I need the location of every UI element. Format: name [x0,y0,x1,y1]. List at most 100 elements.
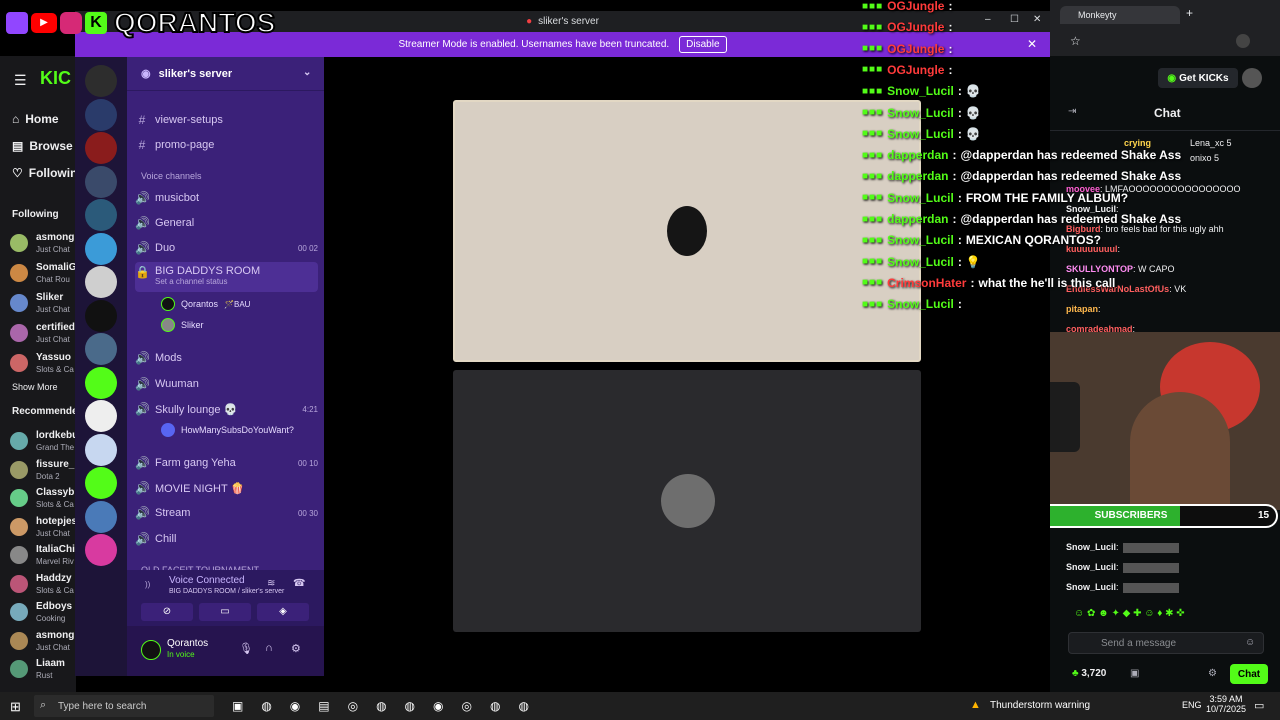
kick-logo[interactable]: KIC [40,68,71,89]
text-channel[interactable]: # viewer-setups [135,109,318,131]
server-icon[interactable] [85,299,117,332]
server-icon[interactable] [85,65,117,97]
get-kicks-button[interactable]: ◉ Get KICKs [1158,68,1238,88]
channel-avatar [10,631,28,650]
mute-mic-icon[interactable]: 🎙 [239,642,253,655]
following-item[interactable]: asmong Just Chat [10,230,76,260]
nav-following[interactable]: ♡ Following [12,166,85,180]
voice-channel[interactable]: 🔊 MOVIE NIGHT 🍿 [135,477,318,499]
recommended-item[interactable]: Haddzy Slots & Ca [10,571,76,601]
settings-icon[interactable]: ⚙ [1208,668,1217,679]
start-icon[interactable]: ⊞ [10,699,21,715]
headphones-icon[interactable]: ∩ [265,642,273,654]
server-icon[interactable] [85,266,117,298]
minimize-icon[interactable]: – [985,14,991,25]
voice-channel[interactable]: 🔊 Stream 00 30 [135,502,318,524]
chat-username[interactable]: Snow_Lucil [1066,562,1116,572]
dismiss-banner-icon[interactable]: ✕ [1027,37,1037,51]
voice-member[interactable]: Sliker [161,318,204,332]
participant-tile-2[interactable] [453,370,921,632]
following-item[interactable]: Yassuo Slots & Ca [10,350,76,380]
taskbar-apps[interactable]: ▣◍◉▤◎◍◍◉◎◍◍ [232,699,547,713]
voice-channel[interactable]: 🔊 Chill [135,528,318,550]
server-icon[interactable] [85,500,117,533]
server-icon[interactable] [85,467,117,499]
server-icon[interactable] [85,400,117,432]
server-icon[interactable] [85,534,117,566]
user-avatar[interactable] [141,640,161,660]
activities-button[interactable]: ◈ [257,603,309,621]
chat-username[interactable]: pitapan [1066,304,1098,314]
emote-row[interactable]: ☺ ✿ ☻ ✦ ◆ ✚ ☺ ♦ ✱ ✜ [1074,608,1185,619]
voice-channels-header[interactable]: Voice channels [141,171,202,181]
profile-icon[interactable] [1236,34,1250,48]
language-indicator[interactable]: ENG [1182,700,1202,710]
menu-icon[interactable]: ☰ [14,72,27,89]
taskbar-search[interactable]: ⌕ Type here to search [34,695,214,717]
kicks-balance[interactable]: ♣ 3,720 [1072,668,1106,679]
server-header[interactable]: ◉ sliker's server ⌄ [127,57,324,91]
voice-channel[interactable]: 🔊 Duo 00 02 [135,237,318,259]
channel-status[interactable]: Set a channel status [155,277,260,286]
recommended-item[interactable]: Classyb Slots & Ca [10,485,76,515]
voice-channel[interactable]: 🔊 Mods [135,347,318,369]
nav-browse[interactable]: ▤ Browse [12,139,73,153]
following-item[interactable]: certified Just Chat [10,320,76,350]
screen-share-button[interactable]: ▭ [199,603,251,621]
browser-tab[interactable]: Monkeyty [1060,6,1180,24]
server-icon[interactable] [85,165,117,198]
voice-member[interactable]: Qorantos 🪄BAU [161,297,250,311]
voice-channel[interactable]: 🔊 General [135,212,318,234]
voice-channel[interactable]: 🔊 Farm gang Yeha 00 10 [135,452,318,474]
channel-category: Just Chat [36,305,70,314]
recommended-item[interactable]: Edboys Cooking [10,599,76,629]
server-icon[interactable] [85,132,117,164]
collapse-chat-icon[interactable]: ⇥ [1068,106,1076,117]
recommended-item[interactable]: ItaliaChi Marvel Riv [10,542,76,572]
notifications-icon[interactable]: ▭ [1254,699,1264,712]
text-channel[interactable]: # promo-page [135,134,318,156]
chat-username[interactable]: Snow_Lucil [1066,582,1116,592]
server-icon[interactable] [85,433,117,466]
following-item[interactable]: Sliker Just Chat [10,290,76,320]
voice-connected-location[interactable]: BIG DADDYS ROOM / sliker's server [169,588,284,595]
voice-channel[interactable]: 🔒 BIG DADDYS ROOM Set a channel status [135,262,318,292]
recommended-item[interactable]: lordkebu Grand The [10,428,78,458]
close-window-icon[interactable]: ✕ [1033,14,1041,25]
recommended-item[interactable]: fissure_ Dota 2 [10,457,76,487]
emoji-icon[interactable]: ☺ [1245,637,1255,648]
weather-text[interactable]: Thunderstorm warning [990,700,1090,711]
voice-channel[interactable]: 🔊 Wuuman [135,373,318,395]
voice-member[interactable]: HowManySubsDoYouWant? [161,423,294,437]
maximize-icon[interactable]: ☐ [1010,14,1019,25]
disconnect-icon[interactable]: ☎ [293,578,305,589]
recommended-item[interactable]: Liaam Rust [10,656,76,686]
server-icon[interactable] [85,366,117,399]
gift-icon[interactable]: ▣ [1130,668,1139,679]
chat-username[interactable]: Snow_Lucil [1066,542,1116,552]
participant-tile-1[interactable] [453,100,921,362]
chat-input[interactable]: Send a message ☺ [1068,632,1264,654]
voice-channel[interactable]: 🔊 musicbot [135,187,318,209]
new-tab-icon[interactable]: + [1186,6,1193,20]
user-settings-icon[interactable]: ⚙ [291,642,301,655]
star-icon[interactable]: ☆ [1070,34,1081,48]
clock[interactable]: 3:59 AM 10/7/2025 [1206,694,1246,714]
show-more-link[interactable]: Show More [12,382,58,392]
noise-suppression-icon[interactable]: ≋ [267,578,275,589]
server-icon[interactable] [85,98,117,131]
recommended-item[interactable]: hotepjes Just Chat [10,514,77,544]
voice-channel[interactable]: 🔊 Skully lounge 💀 4:21 [135,398,318,420]
channel-avatar [10,546,28,564]
server-icon[interactable] [85,333,117,365]
camera-off-button[interactable]: ⊘ [141,603,193,621]
server-icon[interactable] [85,199,117,231]
server-icon[interactable] [85,232,117,265]
following-item[interactable]: SomaliG Chat Rou [10,260,77,290]
account-avatar[interactable] [1242,68,1262,88]
recommended-item[interactable]: asmong Just Chat [10,628,76,658]
nav-home[interactable]: ⌂ Home [12,112,59,126]
chat-send-button[interactable]: Chat [1230,664,1268,684]
channel-name: Chill [155,533,177,545]
disable-streamer-mode-button[interactable]: Disable [679,36,727,53]
